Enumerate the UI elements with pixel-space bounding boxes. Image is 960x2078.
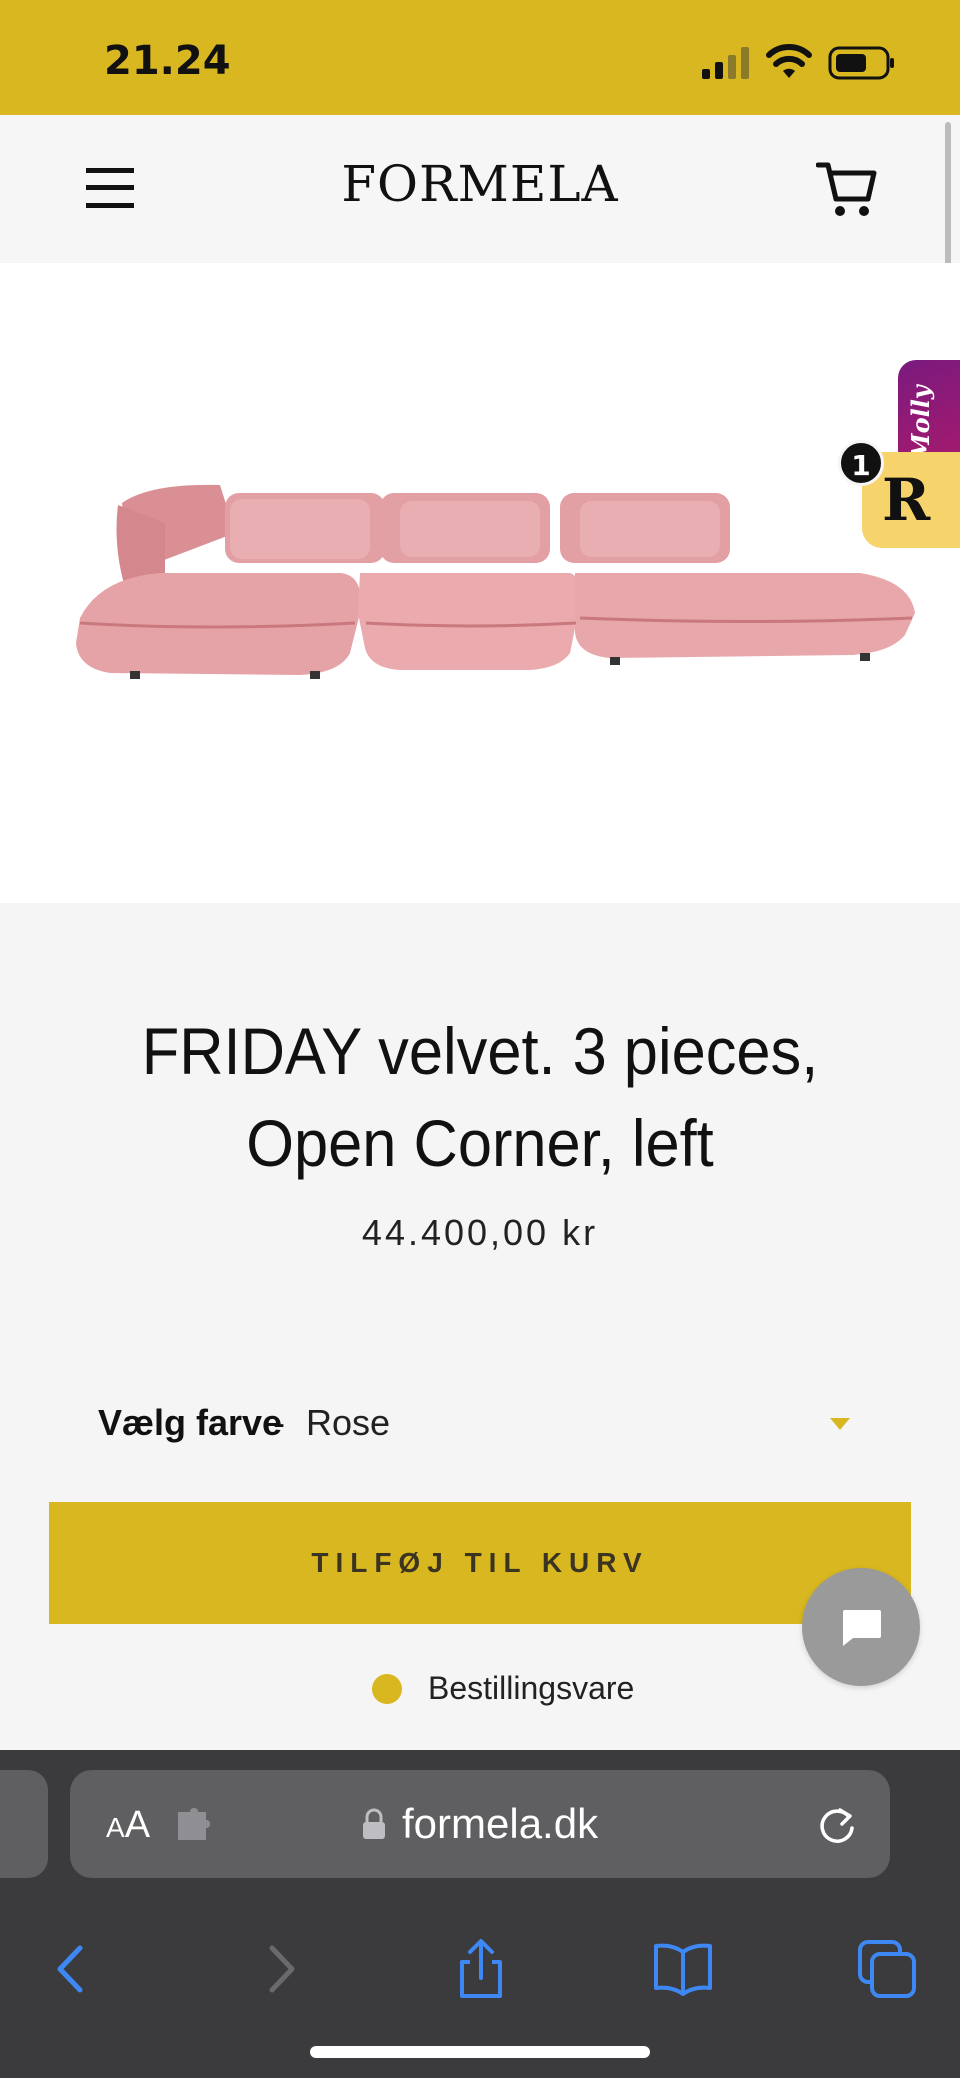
tabs-icon[interactable] [856, 1938, 918, 2000]
chat-bubble-icon [843, 1610, 881, 1646]
status-time: 21.24 [104, 38, 231, 84]
forward-icon[interactable] [248, 1938, 310, 2000]
cellular-signal-icon [702, 47, 749, 79]
wifi-icon [766, 44, 812, 78]
home-indicator [310, 2046, 650, 2058]
extension-puzzle-icon[interactable] [176, 1808, 216, 1842]
molly-label: Molly [906, 385, 935, 460]
availability-dot [372, 1674, 402, 1704]
product-price: 44.400,00 kr [361, 1212, 599, 1253]
browser-toolbar: AA formela.dk [0, 1750, 960, 2078]
reader-settings-button[interactable]: AA [106, 1804, 150, 1847]
availability-text: Bestillingsvare [428, 1670, 635, 1706]
reload-icon[interactable] [816, 1804, 858, 1846]
lock-icon [363, 1808, 385, 1839]
chevron-down-icon [830, 1418, 850, 1430]
product-title: FRIDAY velvet. 3 pieces, Open Corner, le… [141, 1014, 819, 1180]
site-header: FORMELA [0, 115, 960, 263]
color-variant-select[interactable]: Vælg farve - Rose [98, 1400, 858, 1450]
product-image[interactable] [0, 263, 960, 903]
hamburger-menu-icon[interactable] [86, 167, 134, 209]
bookmarks-icon[interactable] [652, 1938, 714, 2000]
chat-button[interactable] [802, 1568, 920, 1686]
address-bar[interactable]: AA formela.dk [70, 1770, 890, 1878]
shopping-cart-icon[interactable] [816, 159, 878, 219]
rewards-logo-icon: R [882, 466, 931, 534]
url-text: formela.dk [402, 1800, 599, 1847]
share-icon[interactable] [450, 1938, 512, 2000]
add-to-cart-button[interactable]: TILFØJ TIL KURV [49, 1502, 911, 1624]
variant-value: Rose [306, 1402, 391, 1443]
previous-tab-preview[interactable] [0, 1770, 48, 1878]
status-bar: 21.24 [0, 0, 960, 115]
site-logo[interactable]: FORMELA [300, 155, 660, 213]
battery-icon [828, 46, 894, 80]
variant-separator: - [273, 1402, 285, 1443]
back-icon[interactable] [42, 1938, 104, 2000]
variant-label: Vælg farve [98, 1402, 283, 1443]
rewards-count-badge: 1 [838, 440, 884, 486]
sofa-image [76, 484, 915, 679]
